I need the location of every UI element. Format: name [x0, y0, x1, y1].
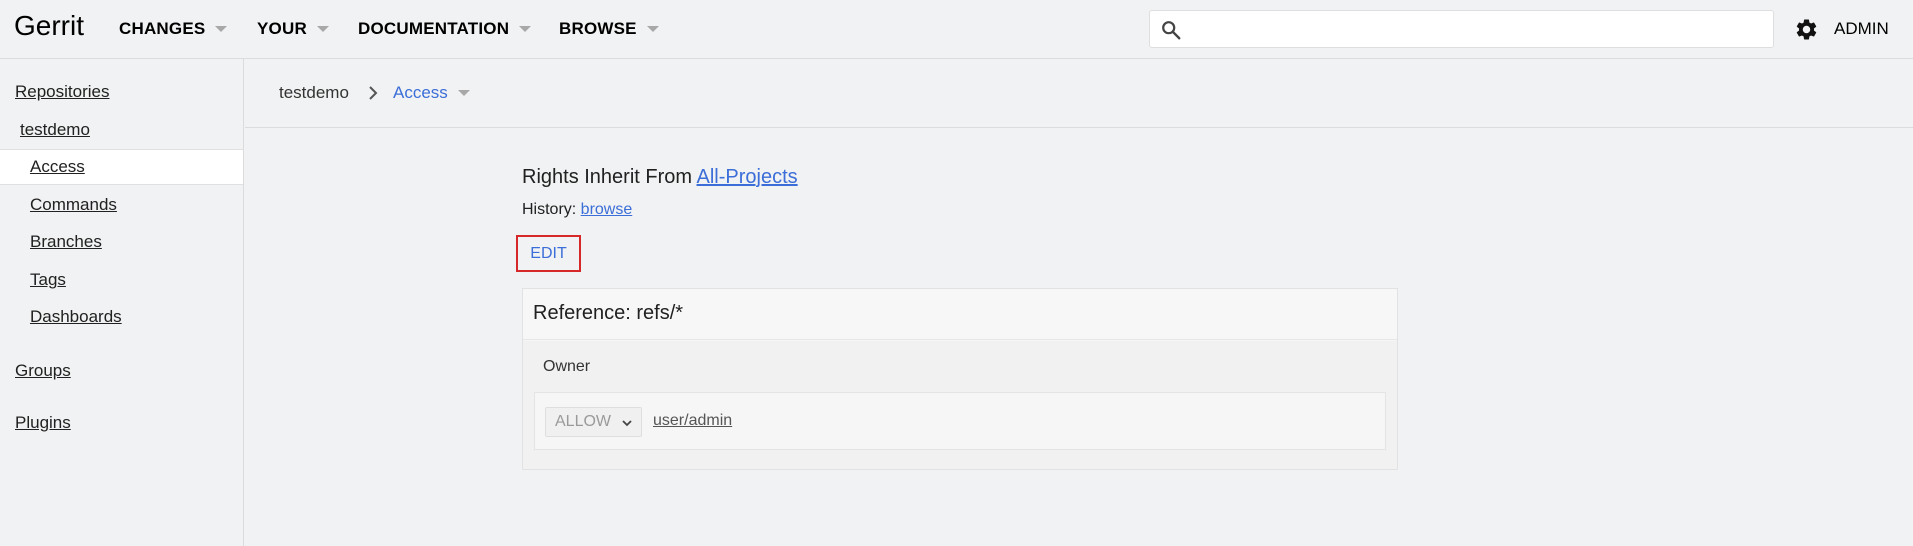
- permission-name: Owner: [543, 358, 591, 375]
- rule-group-link[interactable]: user/admin: [653, 412, 732, 430]
- gear-icon[interactable]: [1794, 17, 1819, 42]
- menu-documentation[interactable]: DOCUMENTATION: [358, 18, 532, 40]
- access-content: Rights Inherit From All-Projects History…: [245, 128, 1913, 546]
- sidebar-item-plugins[interactable]: Plugins: [15, 413, 71, 433]
- menu-your[interactable]: YOUR: [257, 18, 329, 40]
- search-icon: [1162, 21, 1181, 40]
- chevron-down-icon: [622, 420, 632, 427]
- edit-button[interactable]: EDIT: [516, 235, 581, 272]
- sidebar-item-groups[interactable]: Groups: [15, 361, 71, 381]
- reference-header: Reference: refs/*: [523, 289, 1397, 340]
- sidebar-item-tags[interactable]: Tags: [30, 270, 66, 290]
- chevron-down-icon: [519, 26, 532, 32]
- menu-changes-label: CHANGES: [119, 19, 206, 38]
- sidebar-item-commands[interactable]: Commands: [30, 195, 117, 215]
- breadcrumb-project: testdemo: [279, 83, 349, 102]
- user-account-menu[interactable]: ADMIN: [1834, 19, 1889, 39]
- permission-section: Owner ALLOW user/admin: [523, 341, 1397, 469]
- search-box: [1149, 10, 1774, 48]
- reference-title: Reference: refs/*: [533, 302, 684, 324]
- rule-action-select[interactable]: ALLOW: [545, 407, 642, 437]
- edit-button-label: EDIT: [530, 245, 567, 262]
- menu-changes[interactable]: CHANGES: [119, 18, 228, 40]
- permission-rule-row: ALLOW user/admin: [534, 392, 1386, 450]
- inherit-project-link[interactable]: All-Projects: [697, 166, 798, 188]
- history-browse-link[interactable]: browse: [581, 201, 633, 218]
- sidebar-item-dashboards[interactable]: Dashboards: [30, 307, 122, 327]
- reference-section: Reference: refs/* Owner ALLOW user/admin: [522, 288, 1398, 470]
- breadcrumb: testdemo Access: [245, 59, 1913, 128]
- sidebar: Repositories testdemo Access Commands Br…: [0, 59, 244, 546]
- top-header: Gerrit CHANGES YOUR DOCUMENTATION BROWSE…: [0, 0, 1913, 59]
- inherit-prefix: Rights Inherit From: [522, 166, 697, 188]
- breadcrumb-current-label: Access: [393, 83, 448, 102]
- chevron-down-icon: [316, 26, 329, 32]
- menu-browse-label: BROWSE: [559, 19, 637, 38]
- menu-your-label: YOUR: [257, 19, 307, 38]
- menu-documentation-label: DOCUMENTATION: [358, 19, 510, 38]
- chevron-right-icon: [369, 86, 378, 100]
- chevron-down-icon: [457, 90, 470, 96]
- inherit-from-line: Rights Inherit From All-Projects: [522, 166, 798, 189]
- breadcrumb-view-selector[interactable]: Access: [393, 83, 470, 103]
- menu-browse[interactable]: BROWSE: [559, 18, 659, 40]
- sidebar-item-repositories[interactable]: Repositories: [15, 82, 110, 102]
- chevron-down-icon: [215, 26, 228, 32]
- sidebar-item-access[interactable]: Access: [30, 157, 85, 177]
- rule-action-value: ALLOW: [555, 413, 612, 430]
- sidebar-item-branches[interactable]: Branches: [30, 232, 102, 252]
- search-input[interactable]: [1188, 15, 1763, 43]
- history-prefix: History:: [522, 201, 581, 218]
- chevron-down-icon: [646, 26, 659, 32]
- history-line: History: browse: [522, 201, 632, 219]
- sidebar-item-project[interactable]: testdemo: [20, 120, 90, 140]
- gerrit-logo[interactable]: Gerrit: [14, 10, 84, 42]
